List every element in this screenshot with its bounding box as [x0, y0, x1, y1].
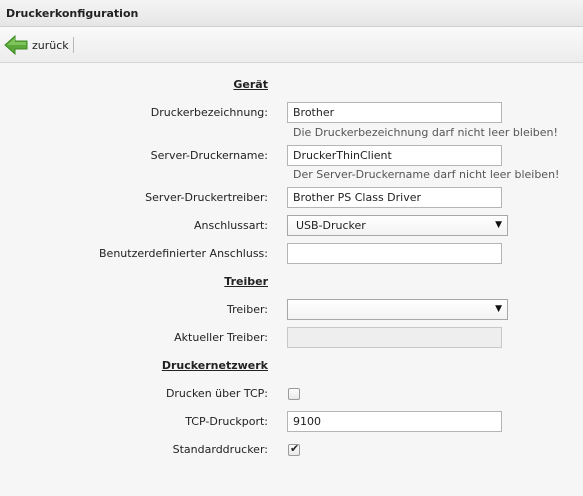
section-heading-network: Druckernetzwerk [161, 359, 268, 372]
driver-select[interactable]: ▼ [287, 299, 508, 320]
print-over-tcp-checkbox[interactable] [288, 388, 300, 400]
toolbar-separator [73, 37, 74, 53]
server-printer-driver-input[interactable]: Brother PS Class Driver [287, 187, 502, 208]
back-button[interactable]: zurück [4, 34, 69, 56]
server-printer-name-hint: Der Server-Druckername darf nicht leer b… [293, 168, 560, 181]
custom-connection-label: Benutzerdefinierter Anschluss: [99, 247, 268, 260]
tcp-port-input[interactable]: 9100 [287, 411, 502, 432]
dropdown-arrow-icon: ▼ [495, 220, 502, 230]
default-printer-checkbox[interactable]: ✔ [288, 442, 300, 456]
printer-name-label: Druckerbezeichnung: [150, 106, 268, 119]
window-titlebar: Druckerkonfiguration [0, 0, 583, 27]
checkmark-icon: ✔ [290, 442, 300, 455]
section-heading-device: Gerät [233, 78, 268, 91]
back-button-label: zurück [32, 38, 69, 52]
dropdown-arrow-icon: ▼ [495, 304, 502, 314]
driver-label: Treiber: [227, 303, 268, 316]
connection-type-selected: USB-Drucker [296, 219, 366, 232]
current-driver-label: Aktueller Treiber: [174, 331, 268, 344]
current-driver-input [287, 327, 502, 348]
server-printer-name-input[interactable]: DruckerThinClient [287, 145, 502, 166]
tcp-port-label: TCP-Druckport: [185, 415, 268, 428]
arrow-left-icon [4, 35, 28, 55]
connection-type-label: Anschlussart: [193, 219, 268, 232]
connection-type-select[interactable]: USB-Drucker ▼ [287, 215, 508, 236]
server-printer-name-label: Server-Druckername: [150, 149, 268, 162]
section-heading-driver: Treiber [224, 275, 268, 288]
custom-connection-input[interactable] [287, 243, 502, 264]
print-over-tcp-label: Drucken über TCP: [165, 387, 268, 400]
printer-name-input[interactable]: Brother [287, 102, 502, 123]
printer-config-form: Gerät Druckerbezeichnung: Brother Die Dr… [0, 64, 583, 496]
server-printer-driver-label: Server-Druckertreiber: [145, 191, 268, 204]
printer-name-hint: Die Druckerbezeichnung darf nicht leer b… [293, 126, 558, 139]
default-printer-label: Standarddrucker: [172, 443, 268, 456]
window-title: Druckerkonfiguration [6, 7, 139, 20]
toolbar: zurück [0, 27, 583, 63]
